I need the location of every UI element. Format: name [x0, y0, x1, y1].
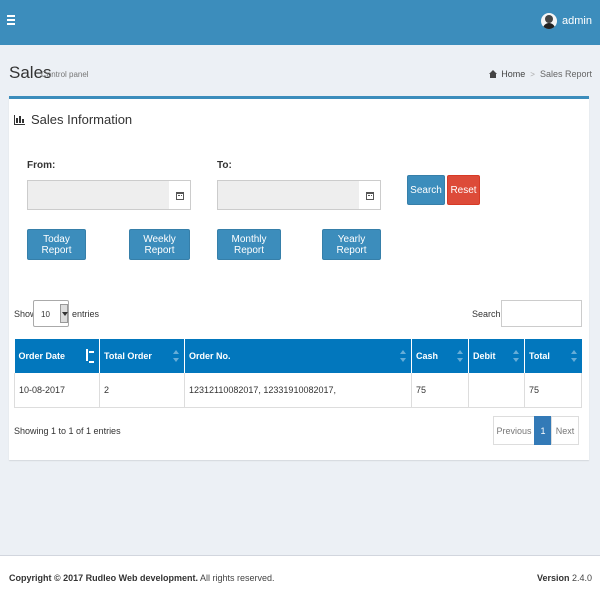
- cell-cash: 75: [411, 373, 469, 408]
- next-page-button[interactable]: Next: [551, 416, 579, 445]
- breadcrumb-home-label[interactable]: Home: [501, 69, 525, 79]
- calendar-icon: [366, 192, 374, 200]
- column-header-total-order[interactable]: Total Order: [99, 339, 185, 373]
- sales-table: Order Date Total Order Order No. Cash De…: [14, 339, 582, 408]
- rights-text: All rights reserved.: [200, 573, 275, 583]
- page-1-button[interactable]: 1: [534, 416, 552, 445]
- from-calendar-button[interactable]: [169, 180, 191, 210]
- monthly-report-button[interactable]: Monthly Report: [217, 229, 281, 260]
- column-header-label: Total Order: [104, 351, 152, 361]
- copyright-text: Copyright © 2017 Rudleo Web development.…: [9, 573, 275, 583]
- table-info: Showing 1 to 1 of 1 entries: [14, 426, 121, 436]
- breadcrumb: Home > Sales Report: [489, 69, 592, 79]
- box-header: Sales Information: [14, 112, 132, 127]
- table-search-label: Search:: [472, 309, 504, 319]
- from-label: From:: [27, 160, 56, 171]
- breadcrumb-home-link[interactable]: Home: [489, 69, 525, 79]
- page-length-select[interactable]: 10: [33, 300, 69, 327]
- copyright-strong: Copyright © 2017 Rudleo Web development.: [9, 573, 198, 583]
- column-header-label: Order Date: [18, 351, 66, 361]
- column-header-order-no[interactable]: Order No.: [184, 339, 412, 373]
- today-report-button[interactable]: Today Report: [27, 229, 86, 260]
- column-header-order-date[interactable]: Order Date: [14, 339, 100, 373]
- cell-total-order: 2: [99, 373, 185, 408]
- user-menu[interactable]: admin: [541, 13, 592, 29]
- calendar-icon: [176, 192, 184, 200]
- table-header-row: Order Date Total Order Order No. Cash De…: [14, 339, 582, 373]
- table-search-input[interactable]: [501, 300, 582, 327]
- page-subtitle: Control panel: [41, 70, 89, 79]
- cell-order-no: 12312110082017, 12331910082017,: [184, 373, 412, 408]
- reset-button[interactable]: Reset: [447, 175, 480, 205]
- cell-order-date: 10-08-2017: [14, 373, 100, 408]
- box-title: Sales Information: [31, 112, 133, 127]
- sort-icon: [400, 350, 406, 362]
- yearly-report-button[interactable]: Yearly Report: [322, 229, 381, 260]
- breadcrumb-separator: >: [530, 69, 535, 79]
- top-navbar: admin: [0, 0, 600, 45]
- version-text: Version 2.4.0: [537, 573, 592, 583]
- column-header-label: Cash: [416, 351, 439, 361]
- bar-chart-icon: [14, 114, 25, 125]
- to-date-input[interactable]: [217, 180, 360, 210]
- column-header-label: Total: [529, 351, 550, 361]
- column-header-debit[interactable]: Debit: [468, 339, 525, 373]
- search-button[interactable]: Search: [407, 175, 445, 205]
- to-label: To:: [217, 160, 232, 171]
- version-label: Version: [536, 573, 570, 583]
- to-calendar-button[interactable]: [359, 180, 381, 210]
- column-header-total[interactable]: Total: [524, 339, 582, 373]
- home-icon: [489, 70, 498, 78]
- sales-information-box: Sales Information From: To: Search Reset…: [9, 96, 589, 460]
- sidebar-toggle-icon[interactable]: [7, 14, 17, 28]
- column-header-cash[interactable]: Cash: [411, 339, 469, 373]
- cell-total: 75: [524, 373, 582, 408]
- sort-icon: [457, 350, 463, 362]
- sort-icon: [570, 350, 577, 362]
- table-row: 10-08-2017 2 12312110082017, 12331910082…: [14, 373, 582, 408]
- sort-ascending-icon: [86, 349, 94, 363]
- avatar[interactable]: [541, 13, 558, 29]
- sort-icon: [513, 350, 519, 362]
- entries-label: entries: [72, 309, 100, 319]
- page-length-value: 10: [41, 310, 50, 319]
- from-date-input[interactable]: [27, 180, 170, 210]
- footer: Copyright © 2017 Rudleo Web development.…: [0, 555, 600, 600]
- column-header-label: Order No.: [189, 351, 231, 361]
- previous-page-button[interactable]: Previous: [493, 416, 535, 445]
- weekly-report-button[interactable]: Weekly Report: [129, 229, 190, 260]
- chevron-down-icon: [60, 304, 68, 323]
- user-name[interactable]: admin: [562, 15, 592, 27]
- pagination: Previous 1 Next: [493, 416, 579, 445]
- cell-debit: [468, 373, 525, 408]
- breadcrumb-current: Sales Report: [539, 69, 592, 79]
- column-header-label: Debit: [473, 351, 496, 361]
- sort-icon: [173, 350, 179, 362]
- version-value: 2.4.0: [571, 573, 592, 583]
